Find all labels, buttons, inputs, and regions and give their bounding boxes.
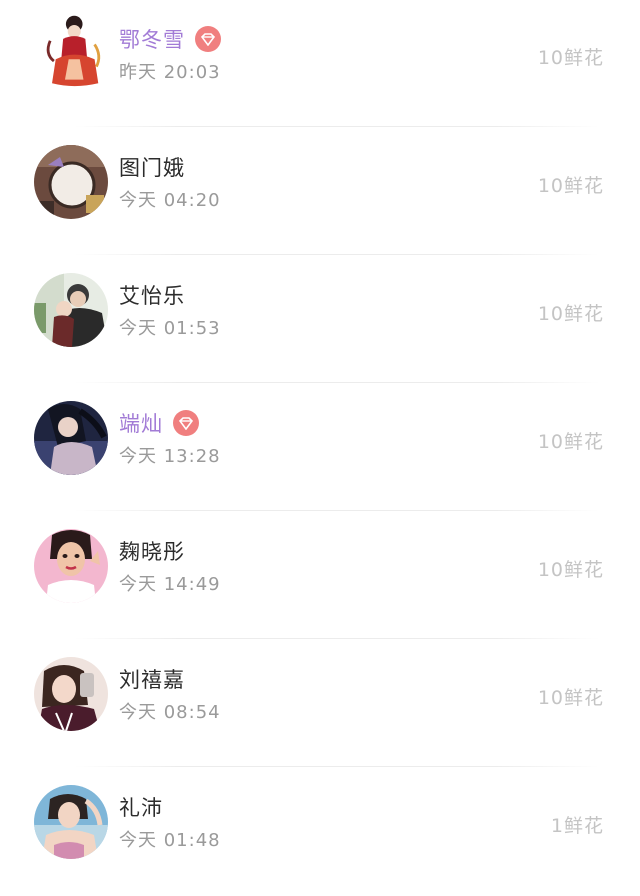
list-item[interactable]: 鄂冬雪 昨天 20:03 10鲜花 [0, 0, 640, 128]
contact-name[interactable]: 艾怡乐 [119, 280, 185, 310]
illustrated-girl-avatar-icon [34, 529, 108, 603]
list-item[interactable]: 端灿 今天 13:28 10鲜花 [0, 384, 640, 512]
avatar[interactable] [34, 145, 108, 219]
contact-name[interactable]: 图门娥 [119, 152, 185, 182]
name-line: 麹晓彤 [119, 537, 185, 565]
contact-name[interactable]: 麹晓彤 [119, 536, 185, 566]
list-item[interactable]: 麹晓彤 今天 14:49 10鲜花 [0, 512, 640, 640]
contact-list: 鄂冬雪 昨天 20:03 10鲜花 图门娥 今天 04:20 10鲜花 艾怡乐 … [0, 0, 640, 875]
avatar[interactable] [34, 401, 108, 475]
contact-time: 今天 04:20 [119, 190, 221, 211]
list-item[interactable]: 礼沛 今天 01:48 1鲜花 [0, 768, 640, 896]
contact-time: 今天 01:53 [119, 318, 221, 339]
list-item[interactable]: 艾怡乐 今天 01:53 10鲜花 [0, 256, 640, 384]
costume-girl-avatar-icon [46, 15, 101, 87]
avatar[interactable] [34, 657, 108, 731]
contact-time: 今天 01:48 [119, 830, 221, 851]
divider [74, 126, 600, 127]
clock-photo-avatar-icon [34, 145, 108, 219]
contact-time: 今天 08:54 [119, 702, 221, 723]
avatar[interactable] [34, 273, 108, 347]
contact-name[interactable]: 礼沛 [119, 792, 163, 822]
gift-count: 10鲜花 [537, 431, 604, 453]
name-line: 鄂冬雪 [119, 25, 221, 53]
vip-diamond-icon [195, 26, 221, 52]
list-item[interactable]: 刘禧嘉 今天 08:54 10鲜花 [0, 640, 640, 768]
gift-count: 1鲜花 [550, 815, 604, 837]
divider [74, 254, 600, 255]
girl-outdoor-avatar-icon [34, 785, 108, 859]
divider [74, 766, 600, 767]
divider [74, 510, 600, 511]
mirror-selfie-avatar-icon [34, 657, 108, 731]
divider [74, 638, 600, 639]
name-line: 图门娥 [119, 153, 185, 181]
contact-time: 昨天 20:03 [119, 62, 221, 83]
gift-count: 10鲜花 [537, 687, 604, 709]
woman-portrait-avatar-icon [34, 401, 108, 475]
contact-time: 今天 13:28 [119, 446, 221, 467]
gift-count: 10鲜花 [537, 559, 604, 581]
vip-diamond-icon [173, 410, 199, 436]
contact-name[interactable]: 端灿 [119, 408, 163, 438]
gift-count: 10鲜花 [537, 175, 604, 197]
list-item[interactable]: 图门娥 今天 04:20 10鲜花 [0, 128, 640, 256]
avatar[interactable] [40, 13, 114, 87]
couple-photo-avatar-icon [34, 273, 108, 347]
name-line: 礼沛 [119, 793, 163, 821]
gift-count: 10鲜花 [537, 47, 604, 69]
contact-name[interactable]: 刘禧嘉 [119, 664, 185, 694]
name-line: 端灿 [119, 409, 199, 437]
gift-count: 10鲜花 [537, 303, 604, 325]
avatar[interactable] [34, 785, 108, 859]
divider [74, 382, 600, 383]
name-line: 艾怡乐 [119, 281, 185, 309]
name-line: 刘禧嘉 [119, 665, 185, 693]
avatar[interactable] [34, 529, 108, 603]
contact-name[interactable]: 鄂冬雪 [119, 24, 185, 54]
contact-time: 今天 14:49 [119, 574, 221, 595]
